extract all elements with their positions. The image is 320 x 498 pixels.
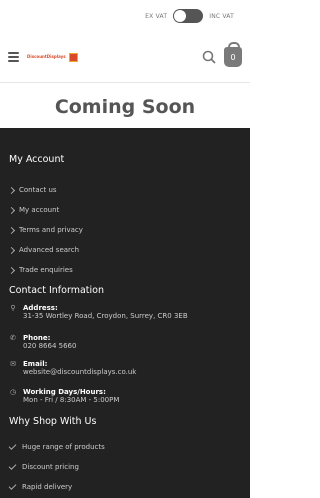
- vat-toggle-bar: EX VAT INC VAT: [0, 0, 250, 32]
- contact-heading: Contact Information: [9, 285, 104, 296]
- page-title: Coming Soon: [0, 83, 250, 132]
- hours-text: Mon - Fri / 8:30AM - 5:00PM: [23, 396, 120, 404]
- footer-link-trade-enquiries[interactable]: Trade enquiries: [0, 260, 250, 280]
- why-shop-item: Discount pricing: [0, 457, 250, 477]
- cart-count: 0: [230, 52, 236, 62]
- my-account-heading: My Account: [9, 154, 65, 165]
- chevron-right-icon: [7, 266, 16, 274]
- inc-vat-label: INC VAT: [209, 12, 234, 20]
- check-icon: [8, 462, 17, 470]
- site-header: DiscountDisplays 0: [0, 32, 250, 83]
- footer-link-my-account[interactable]: My account: [0, 200, 250, 220]
- map-pin-icon: ⚲: [10, 304, 16, 312]
- check-icon: [8, 442, 17, 450]
- address-block: ⚲ Address: 31-35 Wortley Road, Croydon, S…: [0, 304, 250, 334]
- logo-text: DiscountDisplays: [27, 53, 66, 59]
- address-text: 31-35 Wortley Road, Croydon, Surrey, CR0…: [23, 312, 188, 320]
- email-link[interactable]: website@discountdisplays.co.uk: [23, 368, 136, 376]
- vat-toggle-switch[interactable]: [173, 9, 204, 23]
- logo-flag-icon: [68, 52, 78, 62]
- chevron-right-icon: [7, 206, 16, 214]
- search-icon[interactable]: [202, 50, 216, 64]
- footer-link-terms[interactable]: Terms and privacy: [0, 220, 250, 240]
- why-shop-item: Huge range of products: [0, 437, 250, 457]
- site-footer: My Account Contact us My account Terms a…: [0, 128, 250, 498]
- check-icon: [8, 482, 17, 490]
- hours-block: ◷ Working Days/Hours: Mon - Fri / 8:30AM …: [0, 388, 250, 416]
- phone-block: ✆ Phone: 020 8664 5660: [0, 334, 250, 360]
- toggle-knob: [174, 10, 187, 22]
- phone-icon: ✆: [10, 334, 16, 342]
- phone-link[interactable]: 020 8664 5660: [23, 342, 76, 350]
- chevron-right-icon: [7, 226, 16, 234]
- ex-vat-label: EX VAT: [145, 12, 168, 20]
- clock-icon: ◷: [9, 388, 17, 396]
- menu-icon[interactable]: [8, 52, 19, 62]
- chevron-right-icon: [7, 246, 16, 254]
- chevron-right-icon: [7, 186, 16, 194]
- email-block: ✉ Email: website@discountdisplays.co.uk: [0, 360, 250, 388]
- footer-link-advanced-search[interactable]: Advanced search: [0, 240, 250, 260]
- cart-button[interactable]: 0: [224, 42, 242, 67]
- footer-link-contact-us[interactable]: Contact us: [0, 180, 250, 200]
- why-shop-item: Rapid delivery: [0, 477, 250, 497]
- site-logo[interactable]: DiscountDisplays: [27, 52, 78, 62]
- why-shop-heading: Why Shop With Us: [9, 416, 97, 427]
- email-icon: ✉: [10, 360, 16, 368]
